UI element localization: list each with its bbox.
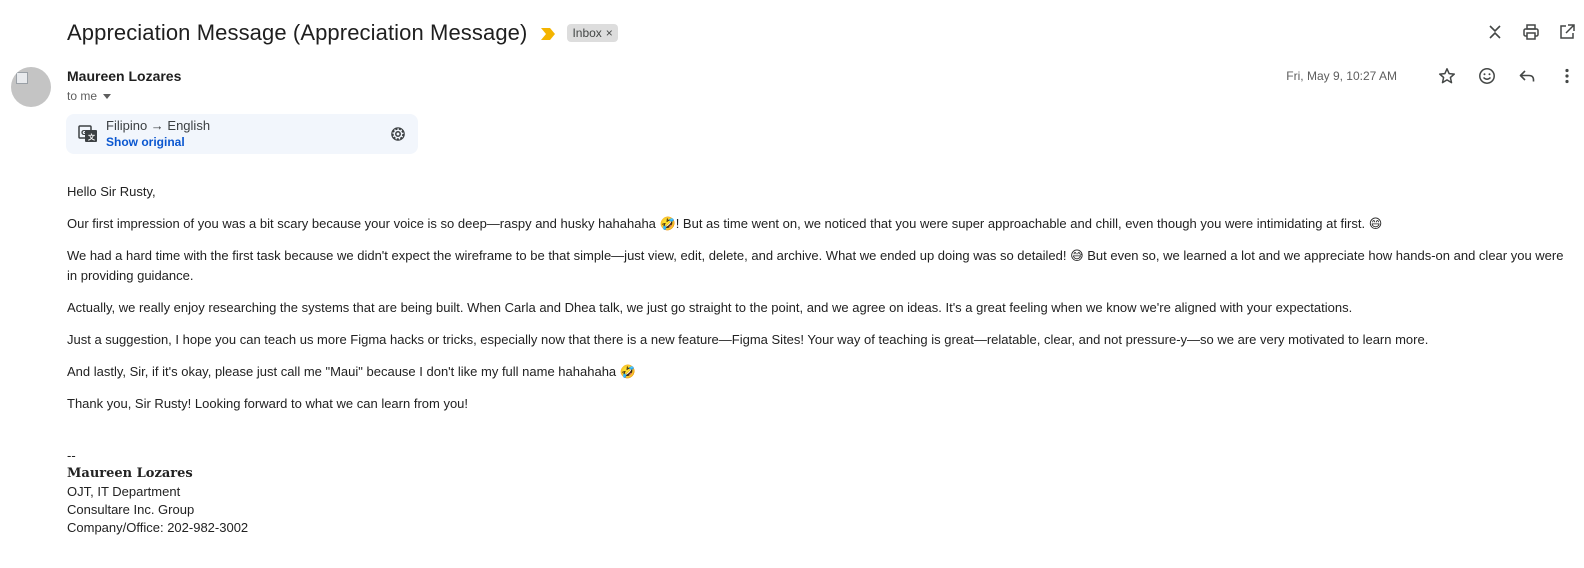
body-paragraph: Thank you, Sir Rusty! Looking forward to… bbox=[67, 395, 469, 411]
label-chip-text: Inbox bbox=[572, 26, 602, 40]
svg-text:G: G bbox=[81, 129, 87, 137]
body-paragraph: Our first impression of you was a bit sc… bbox=[67, 216, 1383, 231]
chevron-down-icon bbox=[103, 94, 112, 99]
sender-name[interactable]: Maureen Lozares bbox=[67, 68, 181, 84]
signature-phone: Company/Office: 202-982-3002 bbox=[67, 520, 249, 535]
greeting-text: Hello Sir Rusty, bbox=[67, 184, 156, 199]
translation-banner: G 文 Filipino → English Show original bbox=[66, 114, 418, 154]
svg-text:文: 文 bbox=[88, 133, 96, 142]
body-paragraph: We had a hard time with the first task b… bbox=[67, 248, 1564, 283]
collapse-all-icon[interactable] bbox=[1484, 21, 1506, 43]
message-body: Hello Sir Rusty, Our first impression of… bbox=[67, 182, 1567, 426]
recipient-details-toggle[interactable]: to me bbox=[67, 89, 112, 103]
recipient-text: to me bbox=[67, 89, 98, 103]
email-signature: -- Maureen Lozares OJT, IT Department Co… bbox=[67, 447, 248, 537]
message-toolbar bbox=[1436, 65, 1578, 87]
emoji-reaction-icon[interactable] bbox=[1476, 65, 1498, 87]
more-options-icon[interactable] bbox=[1556, 65, 1578, 87]
body-paragraph: Just a suggestion, I hope you can teach … bbox=[67, 331, 1429, 347]
body-paragraph: Actually, we really enjoy researching th… bbox=[67, 299, 1353, 315]
message-date: Fri, May 9, 10:27 AM bbox=[1286, 69, 1397, 83]
star-icon[interactable] bbox=[1436, 65, 1458, 87]
signature-company: Consultare Inc. Group bbox=[67, 502, 195, 517]
signature-separator: -- bbox=[67, 448, 76, 463]
subject-row: Appreciation Message (Appreciation Messa… bbox=[67, 16, 618, 50]
sender-avatar[interactable] bbox=[11, 67, 51, 107]
remove-label-icon[interactable]: × bbox=[606, 26, 613, 40]
print-icon[interactable] bbox=[1520, 21, 1542, 43]
gear-icon[interactable] bbox=[388, 124, 408, 144]
signature-role: OJT, IT Department bbox=[67, 484, 181, 499]
body-paragraph: And lastly, Sir, if it's okay, please ju… bbox=[67, 363, 636, 379]
thread-toolbar bbox=[1484, 21, 1578, 43]
label-chip-inbox[interactable]: Inbox × bbox=[567, 24, 618, 42]
show-original-link[interactable]: Show original bbox=[106, 135, 185, 149]
open-in-new-window-icon[interactable] bbox=[1556, 21, 1578, 43]
signature-name: Maureen Lozares bbox=[67, 466, 193, 481]
reply-icon[interactable] bbox=[1516, 65, 1538, 87]
translation-languages: Filipino → English bbox=[106, 118, 211, 133]
translate-icon: G 文 bbox=[78, 125, 97, 142]
email-subject: Appreciation Message (Appreciation Messa… bbox=[67, 20, 528, 45]
importance-marker-icon[interactable] bbox=[541, 27, 556, 40]
broken-image-icon bbox=[16, 72, 28, 84]
